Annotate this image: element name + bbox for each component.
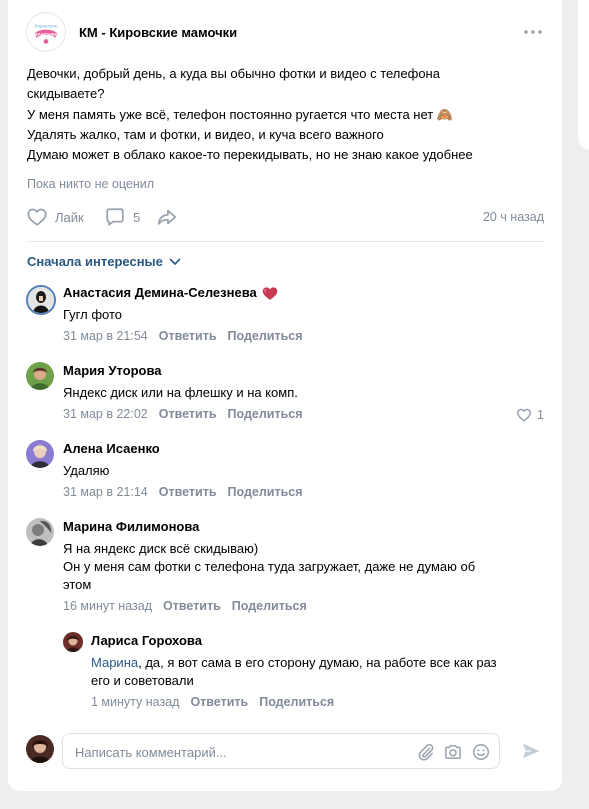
mention-link[interactable]: Марина xyxy=(91,655,138,670)
post-text-line: У меня память уже всё, телефон постоянно… xyxy=(27,106,454,122)
share-comment-button[interactable]: Поделиться xyxy=(228,407,303,421)
comment-date[interactable]: 1 минуту назад xyxy=(91,695,179,709)
current-user-avatar[interactable] xyxy=(26,735,54,763)
comment-date[interactable]: 31 мар в 21:14 xyxy=(63,485,148,499)
comment-avatar[interactable] xyxy=(26,285,56,315)
comment-text: Я на яндекс диск всё скидываю) Он у меня… xyxy=(63,540,543,594)
post-time[interactable]: 20 ч назад xyxy=(483,210,544,224)
share-comment-button[interactable]: Поделиться xyxy=(228,485,303,499)
reply-button[interactable]: Ответить xyxy=(159,329,217,343)
reply-button[interactable]: Ответить xyxy=(159,407,217,421)
more-options-icon[interactable] xyxy=(522,24,544,40)
reply-button[interactable]: Ответить xyxy=(159,485,217,499)
chevron-down-icon xyxy=(169,258,181,265)
no-likes-text: Пока никто не оценил xyxy=(27,177,155,191)
comment-text: Гугл фото xyxy=(63,307,123,322)
heart-icon xyxy=(27,208,47,226)
heart-badge-icon xyxy=(262,287,278,300)
reply-button[interactable]: Ответить xyxy=(163,599,221,613)
comment-like-count: 1 xyxy=(537,408,544,422)
svg-text:МАМОЧКИ: МАМОЧКИ xyxy=(34,32,59,38)
attach-icon[interactable] xyxy=(416,742,436,762)
post-text-line: Удалять жалко, там и фотки, и видео, и к… xyxy=(27,126,384,142)
like-label: Лайк xyxy=(55,209,84,225)
comment-text: Удаляю xyxy=(63,463,110,478)
comment-author[interactable]: Алена Исаенко xyxy=(63,440,543,458)
comment-item: Анастасия Демина-Селезнева Гугл фото 31 … xyxy=(26,284,544,344)
comment-text-line: Он у меня сам фотки с телефона туда загр… xyxy=(63,559,476,574)
comment-avatar[interactable] xyxy=(26,362,54,390)
camera-icon[interactable] xyxy=(443,742,463,762)
share-comment-button[interactable]: Поделиться xyxy=(259,695,334,709)
comment-like-button[interactable]: 1 xyxy=(516,407,544,423)
comment-avatar[interactable] xyxy=(63,632,83,652)
comment-author[interactable]: Марина Филимонова xyxy=(63,518,543,536)
reply-item: Лариса Горохова Марина, да, я вот сама в… xyxy=(63,632,544,712)
post-text: Девочки, добрый день, а куда вы обычно ф… xyxy=(27,64,547,165)
emoji-icon[interactable] xyxy=(471,742,491,762)
comment-avatar[interactable] xyxy=(26,440,54,468)
comment-item: Марина Филимонова Я на яндекс диск всё с… xyxy=(26,518,544,616)
group-avatar[interactable]: Кировские МАМОЧКИ xyxy=(26,12,66,52)
share-comment-button[interactable]: Поделиться xyxy=(232,599,307,613)
post-card: Кировские МАМОЧКИ КМ - Кировские мамочки… xyxy=(8,0,562,791)
comment-composer xyxy=(26,733,544,769)
send-icon[interactable] xyxy=(520,740,542,762)
share-icon xyxy=(157,209,177,225)
comment-item: Алена Исаенко Удаляю 31 мар в 21:14 Отве… xyxy=(26,440,544,500)
comment-text-line: , да, я вот сама в его сторону думаю, на… xyxy=(138,655,497,670)
group-logo: Кировские МАМОЧКИ xyxy=(27,13,65,51)
comments-count: 5 xyxy=(133,209,141,225)
share-comment-button[interactable]: Поделиться xyxy=(228,329,303,343)
post-text-line: скидываете? xyxy=(27,86,105,102)
comment-avatar[interactable] xyxy=(26,518,54,546)
comment-icon xyxy=(106,208,124,226)
post-header: Кировские МАМОЧКИ КМ - Кировские мамочки xyxy=(26,12,544,52)
comment-text: Яндекс диск или на флешку и на комп. xyxy=(63,385,298,400)
comment-date[interactable]: 16 минут назад xyxy=(63,599,152,613)
sort-label: Сначала интересные xyxy=(27,254,163,269)
divider xyxy=(27,241,544,242)
post-actions: Лайк 5 20 ч назад xyxy=(26,206,544,230)
comment-text: Марина, да, я вот сама в его сторону дум… xyxy=(91,654,543,690)
reply-button[interactable]: Ответить xyxy=(190,695,248,709)
comment-date[interactable]: 31 мар в 22:02 xyxy=(63,407,148,421)
share-button[interactable] xyxy=(156,206,178,228)
group-name[interactable]: КМ - Кировские мамочки xyxy=(79,25,237,40)
comment-item: Мария Уторова Яндекс диск или на флешку … xyxy=(26,362,544,422)
post-text-line: Думаю может в облако какое-то перекидыва… xyxy=(27,147,473,163)
right-column-card xyxy=(578,0,589,150)
comment-author[interactable]: Лариса Горохова xyxy=(91,632,543,650)
comment-text-line: Я на яндекс диск всё скидываю) xyxy=(63,541,259,556)
post-text-line: Девочки, добрый день, а куда вы обычно ф… xyxy=(27,66,440,81)
comment-date[interactable]: 31 мар в 21:54 xyxy=(63,329,148,343)
sort-dropdown[interactable]: Сначала интересные xyxy=(27,254,181,269)
comments-button[interactable]: 5 xyxy=(104,206,140,228)
heart-icon xyxy=(516,408,532,422)
comment-author[interactable]: Анастасия Демина-Селезнева xyxy=(63,284,257,302)
comment-input[interactable] xyxy=(75,743,405,761)
comment-text-line: его и советовали xyxy=(91,673,194,688)
like-button[interactable]: Лайк xyxy=(26,206,84,228)
comment-input-box xyxy=(62,733,500,769)
svg-text:Кировские: Кировские xyxy=(35,23,58,29)
comment-author[interactable]: Мария Уторова xyxy=(63,362,543,380)
comment-text-line: этом xyxy=(63,577,92,592)
